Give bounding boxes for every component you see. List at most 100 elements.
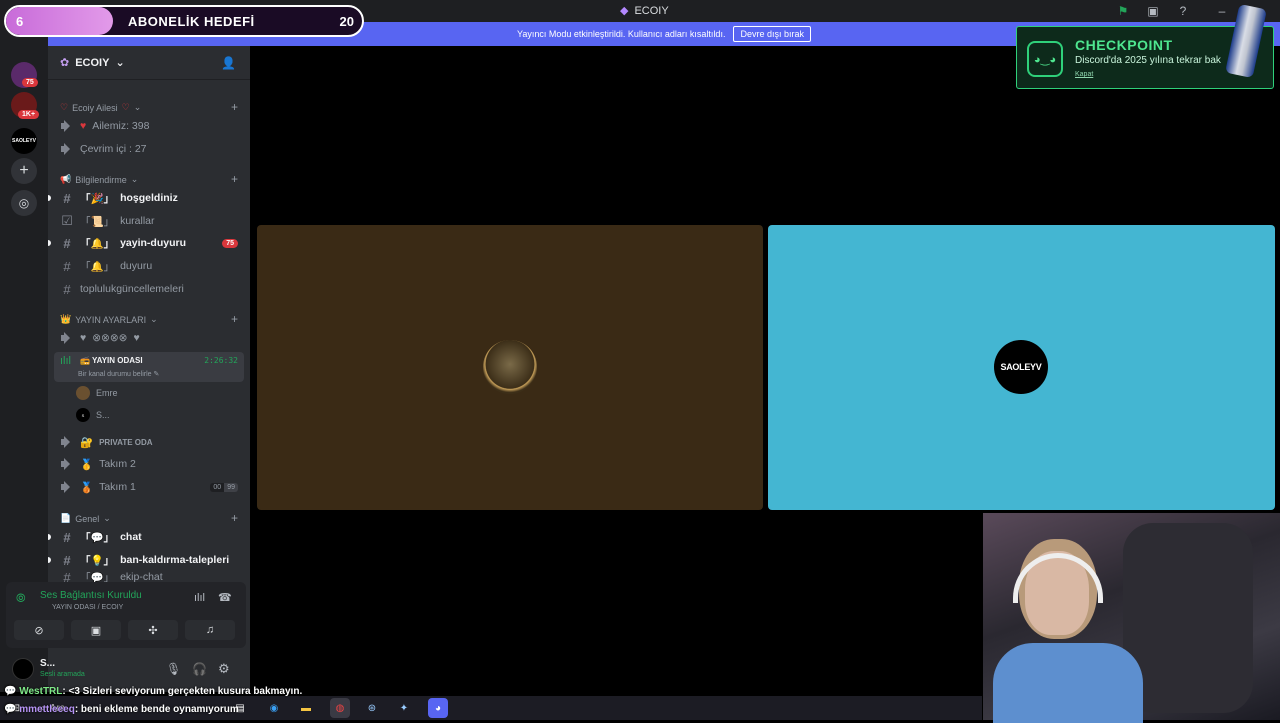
explore-icon[interactable]: ◎ [11, 190, 37, 216]
chat-user: WestTRL [19, 686, 63, 697]
goal-label: ABONELİK HEDEFİ [128, 14, 255, 29]
chat-text: : <3 Sizleri seviyorum gerçekten kusura … [62, 686, 303, 697]
user-status: Sesli aramada [40, 671, 85, 678]
voice-channel-cevrimici[interactable]: Çevrim içi : 27 [54, 139, 244, 159]
voice-channel-name: 📻 YAYIN ODASI [80, 356, 143, 365]
minimize-icon[interactable]: – [1214, 3, 1230, 19]
channel-chat[interactable]: # 「💬」 chat [54, 527, 244, 547]
hash-icon: # [63, 281, 71, 297]
help-icon[interactable]: ? [1175, 3, 1191, 19]
noise-suppression-icon[interactable]: ılıl [194, 592, 205, 604]
voice-channel-hearts[interactable]: ♥ ⊗⊗⊗⊗ ♥ [54, 328, 244, 348]
participant-avatar: SAOLEYV [994, 340, 1048, 394]
camera-off-icon: ⊘ [34, 624, 44, 637]
channel-kurallar[interactable]: ☑ 「📜」 kurallar [54, 211, 244, 231]
participant-avatar [483, 340, 537, 394]
voice-panel-anchor: ⦾ Ses Bağlantısı Kuruldu YAYIN ODASI / E… [0, 0, 246, 680]
channel-status[interactable]: Bir kanal durumu belirle ✎ [78, 370, 159, 378]
speaker-icon [60, 458, 74, 470]
subscription-goal: 6 ABONELİK HEDEFİ 20 [4, 5, 364, 37]
soundboard-icon: ♫ [205, 624, 215, 636]
voice-location[interactable]: YAYIN ODASI / ECOIY [52, 604, 123, 611]
rules-icon: ☑ [61, 213, 73, 228]
user-avatar[interactable] [12, 658, 34, 680]
unread-badge: 75 [222, 238, 238, 248]
webcam-overlay [983, 513, 1280, 723]
flag-icon[interactable]: ⚑ [1115, 3, 1131, 19]
mention-badge: 1K+ [18, 110, 40, 119]
category-yayin-ayarlari[interactable]: 👑 YAYIN AYARLARI ⌄ [60, 314, 158, 325]
soundboard-button[interactable]: ♫ [185, 620, 235, 640]
chat-text: : beni ekleme bende oynamıyorum [74, 704, 239, 715]
user-bar: S... Sesli aramada 🎙 🎧 ⚙ [6, 650, 246, 690]
chat-user: mmettleeeq [19, 704, 75, 715]
chevron-down-icon: ⌄ [115, 57, 125, 69]
user-limit: 99 [224, 482, 238, 492]
video-tile-saoleyv[interactable]: SAOLEYV [768, 225, 1275, 510]
video-tile-emre[interactable] [257, 225, 763, 510]
headphones-icon[interactable]: 🎧 [192, 662, 207, 676]
avatar [76, 386, 90, 400]
avatar: S [76, 408, 90, 422]
voice-channel-private[interactable]: 🔐 PRIVATE ODA [54, 432, 244, 452]
channel-topluluk[interactable]: # toplulukgüncellemeleri [54, 279, 244, 299]
inbox-icon[interactable]: ▣ [1145, 3, 1161, 19]
add-server-icon[interactable]: + [11, 158, 37, 184]
folder-icon[interactable]: ▬ [296, 698, 316, 718]
voice-user[interactable]: S S... [76, 408, 110, 422]
voice-channel-yayin-odasi[interactable]: ılıl 📻 YAYIN ODASI 2:26:32 Bir kanal dur… [54, 352, 244, 382]
add-channel-icon[interactable]: + [231, 100, 238, 114]
server-saoleyv[interactable]: SAOLEYV [11, 128, 37, 154]
steam-icon[interactable]: ⊛ [362, 698, 382, 718]
channel-hosgeldiniz[interactable]: # 「🎉」 hoşgeldiniz [54, 188, 244, 208]
hash-icon: # [63, 529, 71, 545]
channel-ekip[interactable]: # 「💬」 ekip-chat [54, 572, 244, 582]
camera-off-button[interactable]: ⊘ [14, 620, 64, 640]
hash-icon: # [63, 552, 71, 568]
screen-share-icon: ▣ [90, 624, 102, 637]
person-body [993, 643, 1143, 723]
activities-icon: ✣ [148, 624, 158, 637]
channel-yayin-duyuru[interactable]: # 「🔔」 yayin-duyuru 75 [54, 233, 244, 253]
voice-status[interactable]: Ses Bağlantısı Kuruldu [40, 590, 142, 601]
screen-share-button[interactable]: ▣ [71, 620, 121, 640]
app-icon[interactable]: ✦ [394, 698, 414, 718]
voice-user[interactable]: Emre [76, 386, 118, 400]
signal-icon: ⦾ [16, 591, 26, 605]
discord-icon: ◕‿◕ [1027, 41, 1063, 77]
invite-icon[interactable]: 👤 [221, 56, 236, 70]
mention-badge: 75 [22, 78, 38, 87]
activities-button[interactable]: ✣ [128, 620, 178, 640]
goal-current: 6 [16, 14, 24, 29]
server-name: ECOIY [75, 56, 110, 69]
channel-duyuru[interactable]: # 「🔔」 duyuru [54, 256, 244, 276]
add-channel-icon[interactable]: + [231, 312, 238, 326]
server-header[interactable]: ✿ ECOIY ⌄ 👤 [48, 46, 250, 80]
category-genel[interactable]: 📄 Genel ⌄ [60, 513, 111, 524]
voice-connection-panel: ⦾ Ses Bağlantısı Kuruldu YAYIN ODASI / E… [6, 582, 246, 648]
hash-icon: # [63, 235, 71, 251]
speaker-icon [60, 143, 74, 155]
unread-indicator [48, 557, 51, 563]
window-title: ◆ ECOIY [620, 4, 669, 18]
voice-channel-takim2[interactable]: 🥇 Takım 2 [54, 454, 244, 474]
speaker-icon [60, 481, 74, 493]
discord-taskbar-icon[interactable]: ◕ [428, 698, 448, 718]
settings-icon[interactable]: ⚙ [218, 661, 230, 677]
streamer-banner-text: Yayıncı Modu etkinleştirildi. Kullanıcı … [517, 29, 726, 39]
disable-streamer-button[interactable]: Devre dışı bırak [733, 26, 811, 42]
category-ecoiy[interactable]: ♡ Ecoiy Ailesi ♡ ⌄ [60, 102, 141, 113]
add-channel-icon[interactable]: + [231, 172, 238, 186]
speaker-icon [60, 332, 74, 344]
edge-icon[interactable]: ◉ [264, 698, 284, 718]
checkpoint-link[interactable]: Kapat [1075, 71, 1093, 78]
unread-indicator [48, 195, 51, 201]
voice-channel-takim1[interactable]: 🥉 Takım 1 00 99 [54, 477, 244, 497]
microphone-icon[interactable]: 🎙 [166, 662, 181, 676]
channel-ban[interactable]: # 「💡」 ban-kaldırma-talepleri [54, 550, 244, 570]
voice-channel-ailemiz[interactable]: ♥ Ailemiz: 398 [54, 116, 244, 136]
category-bilgilendirme[interactable]: 📢 Bilgilendirme ⌄ [60, 174, 138, 185]
add-channel-icon[interactable]: + [231, 511, 238, 525]
disconnect-icon[interactable]: ☎ [218, 591, 232, 604]
obs-icon[interactable]: ◍ [330, 698, 350, 718]
